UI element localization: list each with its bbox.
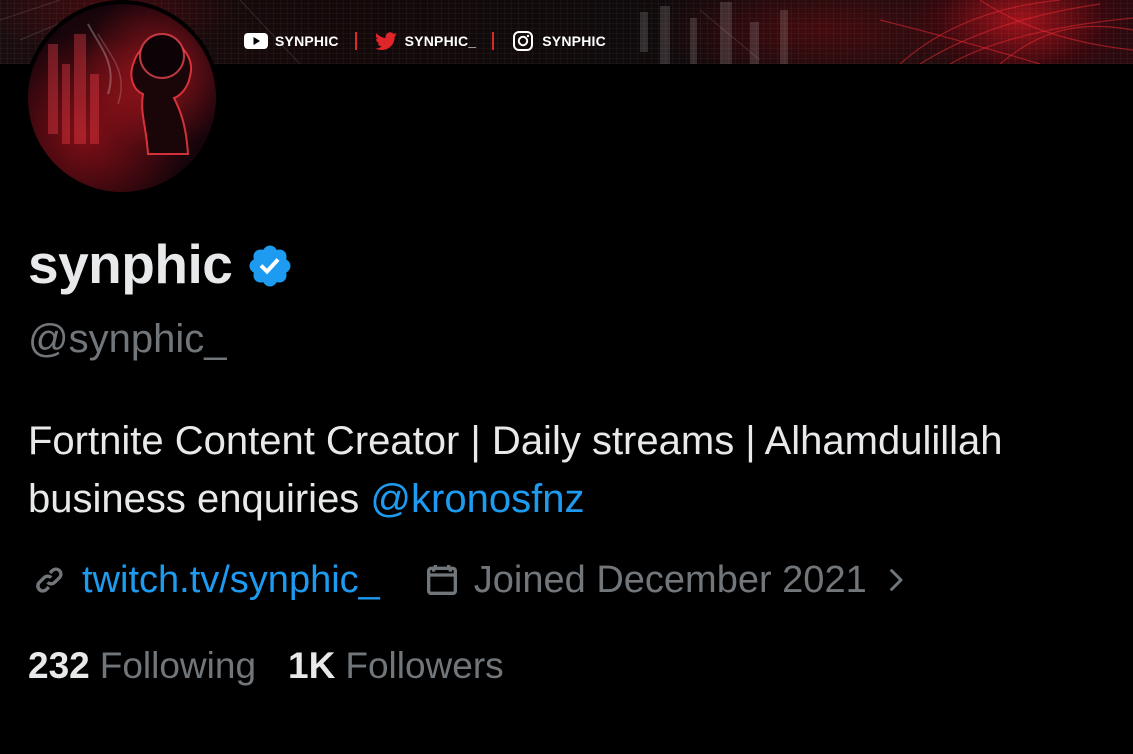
calendar-icon bbox=[426, 565, 457, 595]
banner-instagram-label: SYNPHIC bbox=[542, 33, 606, 49]
chevron-right-icon[interactable] bbox=[881, 565, 911, 595]
profile-meta-row: twitch.tv/synphic_ Joined December 2021 bbox=[30, 556, 911, 604]
display-name: synphic bbox=[28, 233, 233, 295]
banner-youtube-label: SYNPHIC bbox=[275, 33, 339, 49]
banner-divider bbox=[492, 32, 495, 50]
banner-twitter-link: SYNPHIC_ bbox=[373, 31, 477, 51]
following-label: Following bbox=[99, 645, 257, 686]
twitter-icon bbox=[374, 32, 397, 51]
bio-mention-link[interactable]: @kronosfnz bbox=[370, 477, 584, 521]
avatar-image bbox=[28, 4, 216, 192]
banner-divider bbox=[354, 32, 357, 50]
avatar-silhouette bbox=[48, 23, 192, 155]
website-link[interactable]: twitch.tv/synphic_ bbox=[82, 556, 380, 604]
link-icon bbox=[36, 567, 63, 593]
username-handle: @synphic_ bbox=[28, 317, 227, 361]
joined-date: Joined December 2021 bbox=[473, 559, 867, 601]
verified-badge-icon[interactable] bbox=[246, 242, 294, 290]
avatar[interactable] bbox=[24, 0, 220, 196]
bio-line-2: business enquiries @kronosfnz bbox=[28, 470, 1133, 528]
banner-social-strip: SYNPHIC SYNPHIC_ SYNPHIC bbox=[243, 30, 606, 52]
followers-count: 1K bbox=[288, 645, 336, 686]
follow-stats: 232 Following 1K Followers bbox=[28, 642, 504, 690]
bio-line-1: Fortnite Content Creator | Daily streams… bbox=[28, 419, 1003, 463]
following-stat[interactable]: 232 Following bbox=[28, 642, 256, 690]
banner-youtube-link: SYNPHIC bbox=[243, 31, 339, 51]
bio-line-2-text: business enquiries bbox=[28, 477, 371, 521]
youtube-icon bbox=[244, 33, 268, 49]
banner-instagram-link: SYNPHIC bbox=[510, 31, 606, 51]
followers-stat[interactable]: 1K Followers bbox=[288, 642, 504, 690]
following-count: 232 bbox=[28, 645, 90, 686]
followers-label: Followers bbox=[345, 645, 504, 686]
profile-bio: Fortnite Content Creator | Daily streams… bbox=[28, 412, 1133, 528]
display-name-row: synphic bbox=[28, 232, 294, 296]
banner-twitter-label: SYNPHIC_ bbox=[404, 33, 477, 49]
instagram-icon bbox=[513, 31, 534, 51]
